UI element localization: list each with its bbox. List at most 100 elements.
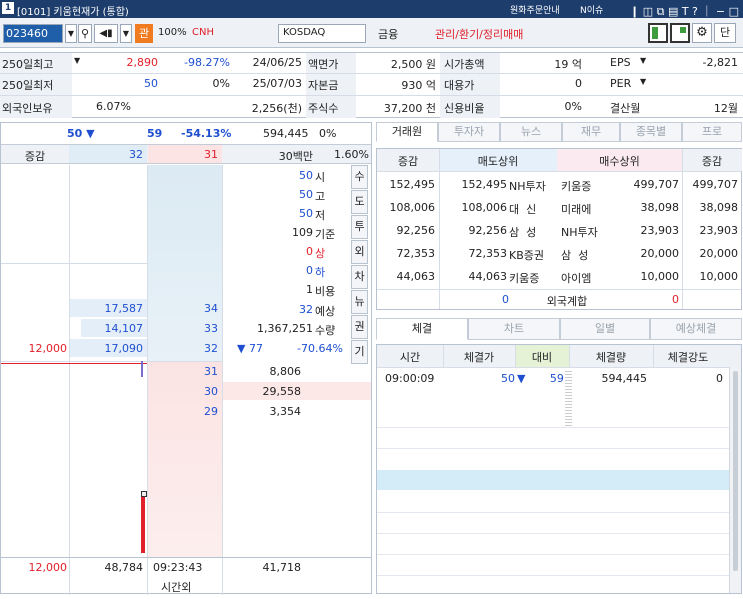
trades-header-strength: 체결강도	[667, 351, 709, 364]
tab-investor[interactable]: 투자자	[438, 122, 500, 142]
tab-trades[interactable]: 체결	[376, 318, 468, 340]
expected-rate: -70.64%	[297, 342, 343, 355]
layout1-icon[interactable]	[648, 23, 668, 43]
high-label: 고	[315, 190, 326, 203]
after-hours-label[interactable]: 시간외	[161, 579, 191, 595]
trades-header-price: 체결가	[463, 351, 495, 364]
mini-chart	[1, 361, 147, 557]
market-cap-label: 시가총액	[440, 53, 500, 73]
par-value: 2,500 원	[390, 58, 436, 71]
high-value: 50	[299, 188, 313, 201]
side-btn-tu[interactable]: 투	[351, 215, 368, 239]
tab-broker[interactable]: 거래원	[376, 122, 438, 142]
fiscal-value: 12월	[713, 102, 738, 115]
tab-by-stock[interactable]: 종목별	[620, 122, 682, 142]
broker-buy-name[interactable]: 아이엠	[561, 270, 611, 286]
broker-change-buy: 23,903	[699, 224, 739, 237]
broker-change-buy: 499,707	[692, 178, 739, 191]
broker-sell-qty: 72,353	[468, 247, 508, 260]
window-number-icon: 1	[2, 2, 14, 14]
side-btn-gi[interactable]: 기	[351, 340, 368, 364]
tab-chart[interactable]: 차트	[468, 318, 560, 340]
side-btn-do[interactable]: 도	[351, 190, 368, 214]
broker-sell-name[interactable]: KB증권	[509, 247, 557, 263]
trades-scrollbar[interactable]	[729, 367, 741, 593]
bid-price-29[interactable]: 29	[148, 405, 218, 418]
dropdown-icon[interactable]: ▼	[74, 56, 80, 65]
code-dropdown-icon[interactable]: ▼	[65, 24, 77, 43]
order-guide-link[interactable]: 원화주문안내	[510, 3, 560, 16]
broker-sell-name[interactable]: NH투자	[509, 178, 557, 194]
info-panel: 250일최고 ▼ 2,890 -98.27% 24/06/25 액면가 2,50…	[0, 52, 743, 118]
eps-label: EPS	[610, 56, 631, 69]
shares-label: 주식수	[306, 96, 356, 118]
orderbook-panel: 50 ▼ 59 -54.13% 594,445 0% 증감 32 31 30백만…	[0, 122, 372, 595]
trades-header-time: 시간	[399, 351, 421, 364]
per-dropdown-icon[interactable]: ▼	[640, 77, 646, 86]
high-250-date: 24/06/25	[252, 56, 302, 69]
tab-expected-trades[interactable]: 예상체결	[650, 318, 742, 340]
expected-price: 32	[299, 303, 313, 316]
broker-buy-name[interactable]: 미래에	[561, 201, 611, 217]
broker-buy-qty: 499,707	[633, 178, 680, 191]
tab-finance[interactable]: 재무	[562, 122, 620, 142]
footer-bid-total: 41,718	[262, 561, 302, 574]
expected-volume-label: 수량	[315, 324, 336, 337]
bid-price-31[interactable]: 31	[148, 365, 218, 378]
side-btn-nyu[interactable]: 뉴	[351, 290, 368, 314]
high-250-rate: -98.27%	[184, 56, 230, 69]
ask-price-34[interactable]: 34	[148, 302, 218, 315]
settings-gear-icon[interactable]: ⚙	[692, 23, 712, 43]
trade-strength: 0	[716, 372, 723, 385]
low-label: 저	[315, 209, 326, 222]
side-btn-su[interactable]: 수	[351, 165, 368, 189]
shares-value: 37,200 천	[383, 102, 436, 115]
broker-sell-name[interactable]: 대 신	[509, 201, 557, 217]
tab-program[interactable]: 프로	[682, 122, 742, 142]
status-label: 관리/환기/정리매매	[435, 28, 524, 41]
search-icon[interactable]: ⚲	[78, 24, 92, 43]
lower-label: 하	[315, 266, 326, 279]
broker-change-buy: 20,000	[699, 247, 739, 260]
window-control-icons[interactable]: ❙ ◫ ⧉ ▤ T ? ｜ − □ ×	[630, 3, 743, 19]
broker-sell-qty: 152,495	[461, 178, 508, 191]
speaker-dropdown-icon[interactable]: ▼	[120, 24, 132, 43]
broker-buy-name[interactable]: NH투자	[561, 224, 611, 240]
expected-label: 예상	[315, 305, 336, 318]
credit-label: 신용비율	[440, 96, 500, 118]
bid-price-30[interactable]: 30	[148, 385, 218, 398]
layout2-icon[interactable]	[670, 23, 690, 43]
broker-buy-name[interactable]: 키움증	[561, 178, 611, 194]
trade-time: 09:00:09	[385, 372, 435, 385]
broker-buy-qty: 10,000	[640, 270, 680, 283]
ask-price-32[interactable]: 32	[148, 342, 218, 355]
low-250-rate: 0%	[212, 77, 230, 90]
broker-header-chg1: 증감	[397, 155, 419, 168]
broker-sell-name[interactable]: 키움증	[509, 270, 557, 286]
speaker-icon[interactable]: ◀▮	[94, 24, 118, 43]
side-btn-cha[interactable]: 차	[351, 265, 368, 289]
side-btn-gwon[interactable]: 권	[351, 315, 368, 339]
broker-sell-qty: 108,006	[461, 201, 508, 214]
eps-dropdown-icon[interactable]: ▼	[640, 56, 646, 65]
side-btn-oe[interactable]: 외	[351, 240, 368, 264]
tab-daily[interactable]: 일별	[560, 318, 650, 340]
interest-badge[interactable]: 관	[135, 24, 153, 43]
broker-buy-name[interactable]: 삼 성	[561, 247, 611, 263]
broker-header-sell: 매도상위	[477, 155, 519, 168]
broker-change-sell: 92,256	[396, 224, 436, 237]
window-title: [0101] 키움현재가 (통합)	[17, 7, 129, 18]
foreign-sell-total: 0	[502, 293, 509, 306]
title-bar: 1 [0101] 키움현재가 (통합) 원화주문안내 N이슈 ❙ ◫ ⧉ ▤ T…	[0, 0, 743, 18]
broker-row: 44,063 44,063 키움증 아이엠 10,000 10,000	[377, 267, 741, 289]
broker-sell-name[interactable]: 삼 성	[509, 224, 557, 240]
tab-news[interactable]: 뉴스	[500, 122, 562, 142]
ask-price-33[interactable]: 33	[148, 322, 218, 335]
lower-value: 0	[306, 264, 313, 277]
broker-sell-qty: 92,256	[468, 224, 508, 237]
stock-code-input[interactable]: 023460	[3, 24, 63, 43]
news-issue-link[interactable]: N이슈	[580, 3, 603, 16]
market-cap: 19 억	[554, 58, 582, 71]
dan-button[interactable]: 단	[714, 23, 736, 43]
expected-change: ▼ 77	[237, 342, 263, 355]
